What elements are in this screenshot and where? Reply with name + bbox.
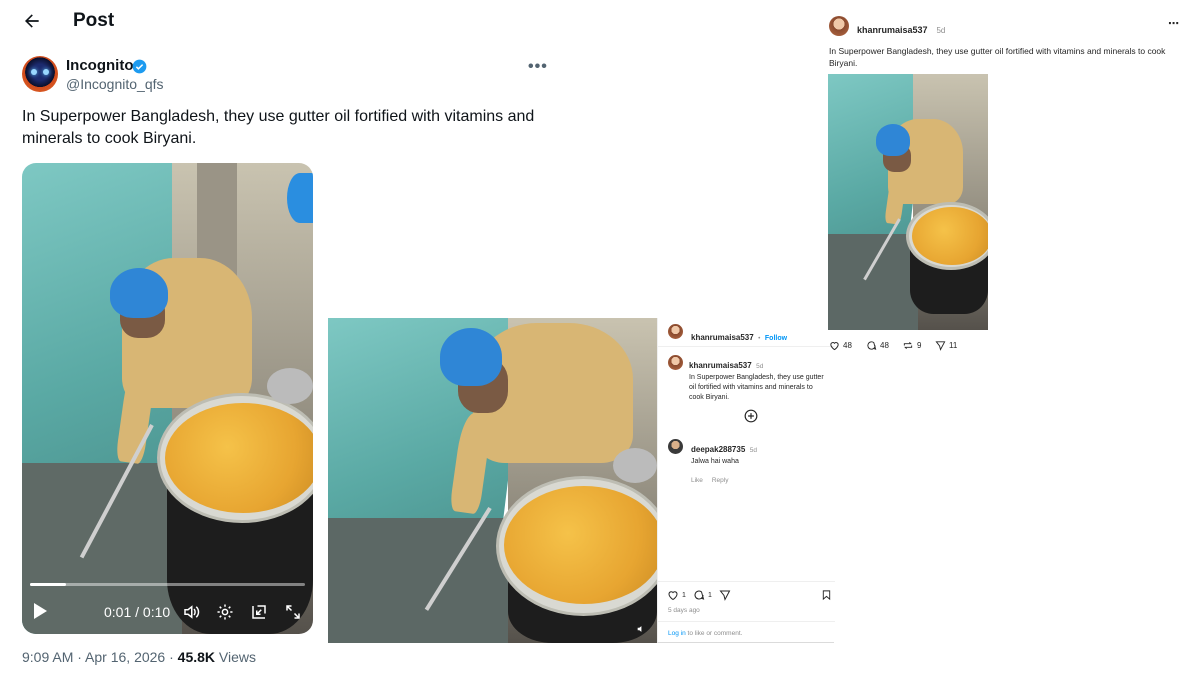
post-text: In Superpower Bangladesh, they use gutte… bbox=[22, 108, 535, 147]
video-frame-2 bbox=[328, 318, 657, 643]
posted-time: 5 days ago bbox=[668, 607, 700, 614]
post-time: 9:09 AM bbox=[22, 649, 74, 665]
share-icon[interactable] bbox=[719, 589, 731, 601]
comment-count: 1 bbox=[708, 592, 712, 599]
avatar[interactable] bbox=[829, 16, 849, 36]
composite-screenshot: Post Incognito @Incognito_qfs ••• In Sup… bbox=[0, 0, 1200, 675]
repost-count: 9 bbox=[917, 341, 922, 350]
volume-icon[interactable] bbox=[182, 603, 200, 621]
like-count: 48 bbox=[843, 341, 852, 350]
comment-like-link[interactable]: Like bbox=[691, 477, 703, 484]
post-age: 5d bbox=[936, 26, 946, 35]
share-icon[interactable] bbox=[935, 340, 946, 351]
video-player[interactable]: 0:01 / 0:10 bbox=[22, 163, 313, 634]
avatar[interactable] bbox=[22, 56, 58, 92]
login-prompt-text: to like or comment. bbox=[687, 630, 743, 637]
back-arrow-icon[interactable] bbox=[22, 11, 42, 31]
ig-comment-panel: khanrumaisa537 • Follow khanrumaisa537 5… bbox=[657, 318, 835, 643]
caption-text: In Superpower Bangladesh, they use gutte… bbox=[689, 374, 824, 401]
heart-icon[interactable] bbox=[829, 340, 840, 351]
post-timestamp[interactable]: 9:09 AM · Apr 16, 2026 · 45.8K Views bbox=[22, 649, 256, 665]
settings-gear-icon[interactable] bbox=[216, 603, 234, 621]
comment-icon[interactable] bbox=[866, 340, 877, 351]
comment-count: 48 bbox=[880, 341, 889, 350]
current-time: 0:01 bbox=[104, 604, 132, 620]
verified-badge-icon bbox=[132, 59, 147, 74]
comment-text: Jalwa hai waha bbox=[691, 458, 739, 465]
repost-icon[interactable] bbox=[902, 340, 914, 351]
caption-age: 5d bbox=[756, 363, 764, 370]
avatar[interactable] bbox=[668, 439, 683, 454]
avatar[interactable] bbox=[668, 355, 683, 370]
ig-post-video[interactable] bbox=[328, 318, 657, 643]
fullscreen-icon[interactable] bbox=[284, 603, 302, 621]
comment-icon[interactable] bbox=[693, 589, 705, 601]
video-progress-bar[interactable] bbox=[30, 583, 305, 586]
follow-button[interactable]: Follow bbox=[765, 335, 787, 342]
comment-reply-link[interactable]: Reply bbox=[712, 477, 729, 484]
post-date: Apr 16, 2026 bbox=[85, 649, 166, 665]
ig-caption: khanrumaisa537 5d In Superpower Banglade… bbox=[689, 355, 829, 403]
login-link[interactable]: Log in bbox=[668, 630, 686, 637]
caption-text: In Superpower Bangladesh, they use gutte… bbox=[829, 46, 1166, 68]
ig-username[interactable]: khanrumaisa537 bbox=[691, 333, 754, 342]
share-count: 11 bbox=[949, 341, 958, 350]
video-time: 0:01 / 0:10 bbox=[104, 604, 170, 620]
avatar[interactable] bbox=[668, 324, 683, 339]
views-label: Views bbox=[218, 649, 257, 665]
more-options-icon[interactable]: ••• bbox=[528, 58, 548, 76]
like-count: 1 bbox=[682, 592, 686, 599]
picture-in-picture-icon[interactable] bbox=[250, 603, 268, 621]
video-frame bbox=[22, 163, 313, 634]
caption-username[interactable]: khanrumaisa537 bbox=[689, 361, 752, 370]
comment-age: 5d bbox=[749, 447, 757, 454]
add-circle-icon[interactable] bbox=[744, 409, 758, 423]
display-name[interactable]: Incognito bbox=[66, 57, 134, 74]
mute-icon[interactable] bbox=[636, 624, 646, 634]
page-title: Post bbox=[73, 10, 115, 31]
dot-separator: • bbox=[758, 335, 761, 342]
login-prompt: Log in to like or comment. bbox=[668, 630, 742, 637]
bookmark-icon[interactable] bbox=[821, 589, 832, 601]
views-count: 45.8K bbox=[177, 649, 216, 665]
user-handle[interactable]: @Incognito_qfs bbox=[66, 76, 164, 92]
time-separator: / bbox=[135, 604, 140, 620]
play-icon[interactable] bbox=[34, 603, 47, 619]
comment: deepak288735 5d Jalwa hai waha Like Repl… bbox=[691, 439, 831, 487]
ig-post-video[interactable] bbox=[828, 74, 988, 330]
duration: 0:10 bbox=[142, 604, 171, 620]
video-frame-3 bbox=[828, 74, 988, 330]
ig-username[interactable]: khanrumaisa537 bbox=[857, 25, 928, 35]
comment-username[interactable]: deepak288735 bbox=[691, 445, 745, 454]
heart-icon[interactable] bbox=[667, 589, 679, 601]
more-options-icon[interactable]: ⋯ bbox=[1168, 17, 1180, 30]
